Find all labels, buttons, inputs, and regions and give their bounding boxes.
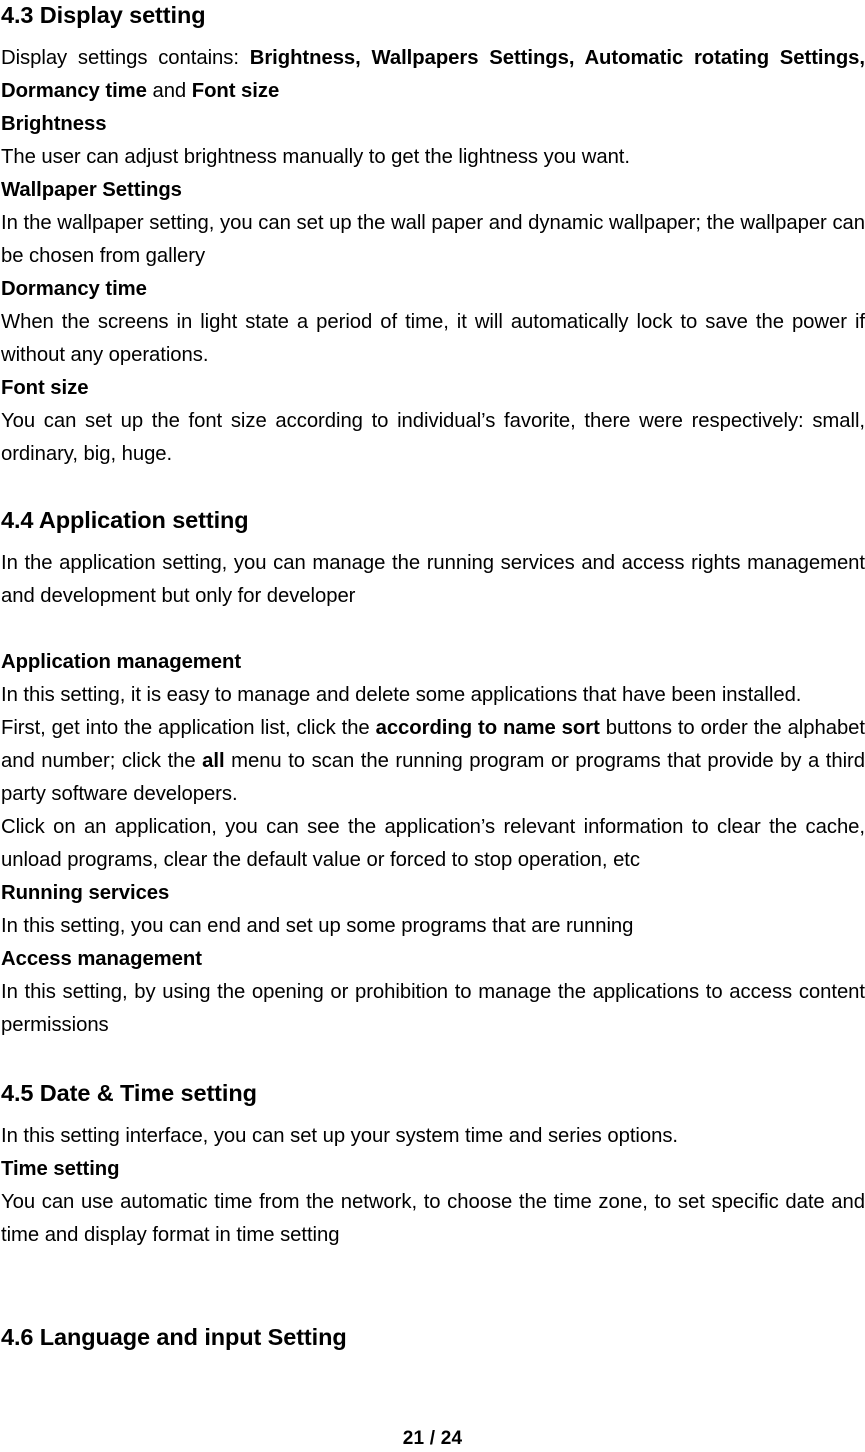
paragraph-dormancy-desc: When the screens in light state a period…	[1, 311, 865, 366]
document-body: 4.3 Display setting Display settings con…	[1, 0, 865, 1352]
subheading-wallpaper-settings: Wallpaper Settings	[1, 179, 182, 201]
document-page: 4.3 Display setting Display settings con…	[0, 0, 865, 1452]
run-text-bold: according to name sort	[375, 717, 600, 739]
section-heading-4-6: 4.6 Language and input Setting	[1, 1324, 347, 1350]
subheading-access-management: Access management	[1, 948, 202, 970]
paragraph-brightness-desc: The user can adjust brightness manually …	[1, 146, 630, 168]
subheading-running-services: Running services	[1, 882, 170, 904]
paragraph-time-setting-desc: You can use automatic time from the netw…	[1, 1191, 865, 1246]
run-text-bold: all	[202, 750, 225, 772]
page-footer-number: 21 / 24	[402, 1428, 463, 1449]
paragraph-font-size-desc: You can set up the font size according t…	[1, 410, 865, 465]
subheading-font-size: Font size	[1, 377, 89, 399]
run-text: First, get into the application list, cl…	[1, 717, 376, 739]
section-heading-4-5: 4.5 Date & Time setting	[1, 1080, 257, 1106]
paragraph-application-setting-intro: In the application setting, you can mana…	[1, 552, 865, 607]
subheading-time-setting: Time setting	[1, 1158, 120, 1180]
paragraph-display-settings-contains: Display settings contains: Brightness, W…	[1, 42, 865, 108]
run-text-bold: Font size	[191, 80, 280, 102]
paragraph-click-application-desc: Click on an application, you can see the…	[1, 816, 865, 871]
section-heading-4-3: 4.3 Display setting	[1, 2, 206, 28]
paragraph-application-management-desc: In this setting, it is easy to manage an…	[1, 684, 802, 706]
paragraph-access-management-desc: In this setting, by using the opening or…	[1, 981, 865, 1036]
paragraph-running-services-desc: In this setting, you can end and set up …	[1, 915, 634, 937]
subheading-brightness: Brightness	[1, 113, 107, 135]
run-text: and	[146, 80, 192, 102]
section-heading-4-4: 4.4 Application setting	[1, 507, 249, 533]
paragraph-date-time-intro: In this setting interface, you can set u…	[1, 1125, 678, 1147]
paragraph-application-list-instructions: First, get into the application list, cl…	[1, 712, 865, 811]
subheading-application-management: Application management	[1, 651, 242, 673]
run-text: Display settings contains:	[1, 47, 250, 69]
paragraph-wallpaper-desc: In the wallpaper setting, you can set up…	[1, 212, 865, 267]
subheading-dormancy-time: Dormancy time	[1, 278, 147, 300]
